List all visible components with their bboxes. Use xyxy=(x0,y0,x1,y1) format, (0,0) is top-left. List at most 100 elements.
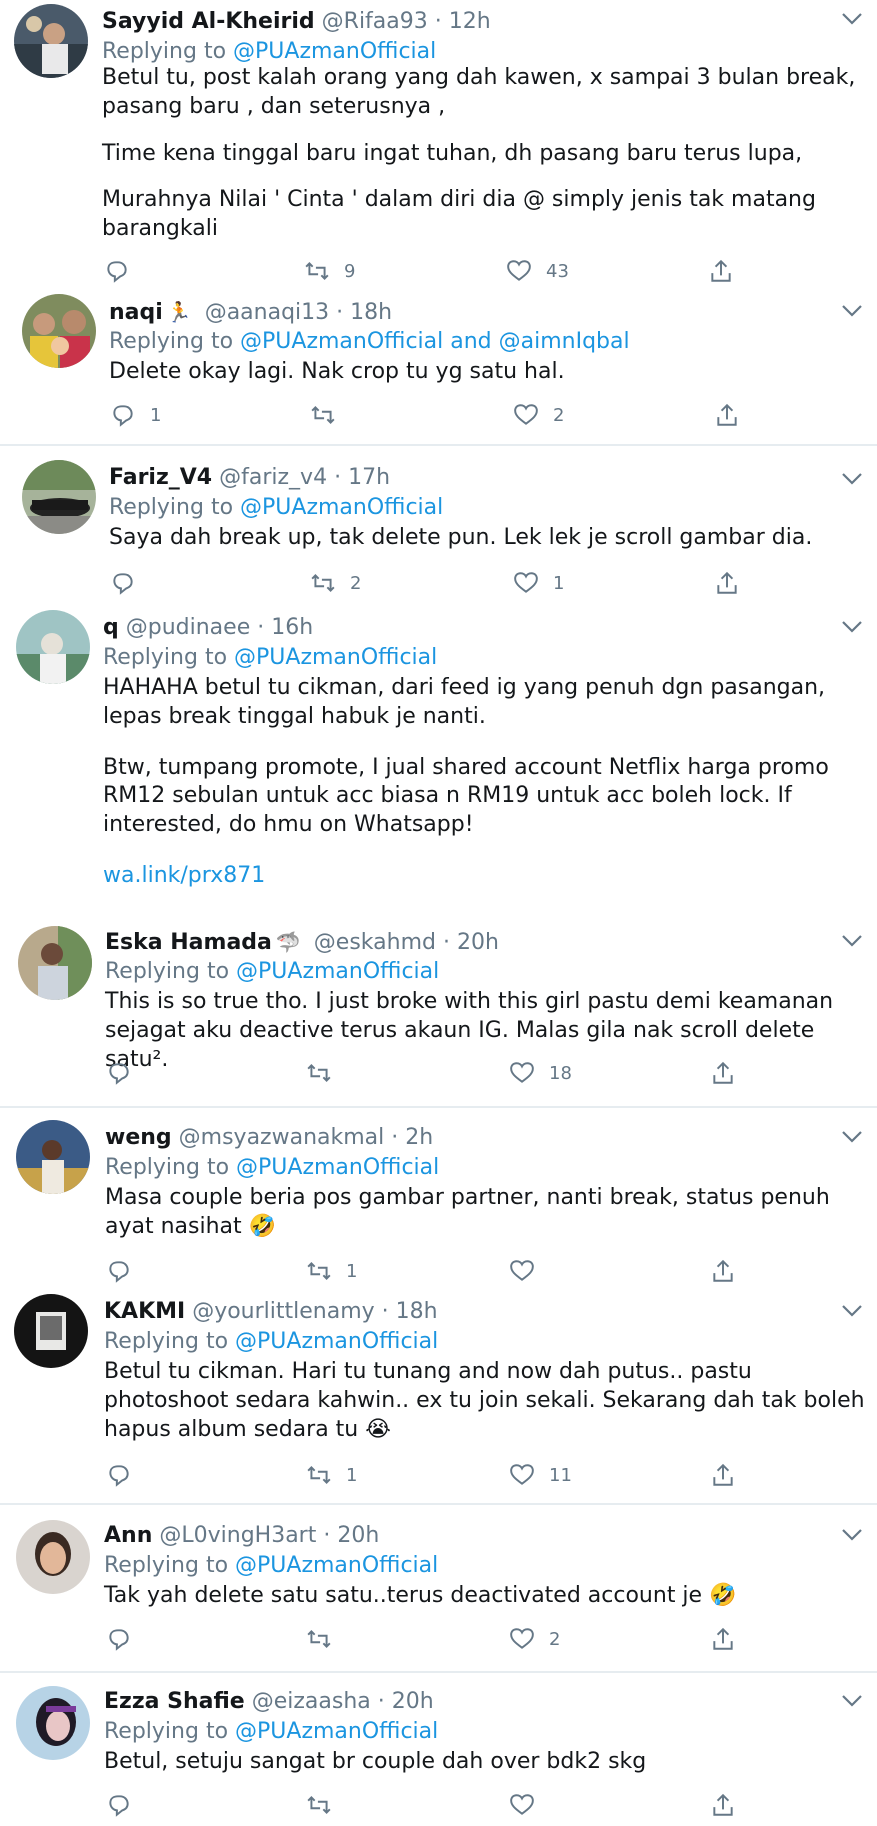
retweet-button[interactable]: 1 xyxy=(306,1258,357,1284)
timestamp[interactable]: 18h xyxy=(350,300,392,325)
reply-button[interactable]: 1 xyxy=(110,402,161,428)
mention-link[interactable]: @PUAzmanOfficial xyxy=(236,959,439,984)
reply-button[interactable] xyxy=(106,1626,146,1652)
author-handle[interactable]: @yourlittlenamy xyxy=(192,1299,374,1324)
chevron-down-icon[interactable] xyxy=(841,1304,863,1318)
timestamp[interactable]: 20h xyxy=(392,1689,434,1714)
tweet-link[interactable]: wa.link/prx871 xyxy=(103,863,265,888)
author-handle[interactable]: @eskahmd xyxy=(314,930,436,955)
like-button[interactable] xyxy=(509,1792,549,1818)
share-button[interactable] xyxy=(708,258,734,284)
tweet[interactable]: KAKMI @yourlittlenamy · 18h Replying to … xyxy=(0,1290,877,1505)
retweet-button[interactable] xyxy=(306,1060,346,1086)
mention-link[interactable]: @PUAzmanOfficial xyxy=(233,39,436,64)
author-handle[interactable]: @aanaqi13 xyxy=(205,300,329,325)
share-button[interactable] xyxy=(714,402,740,428)
avatar[interactable] xyxy=(16,610,90,684)
share-button[interactable] xyxy=(710,1258,736,1284)
share-button[interactable] xyxy=(710,1462,736,1488)
mention-link[interactable]: @PUAzmanOfficial xyxy=(235,1553,438,1578)
chevron-down-icon[interactable] xyxy=(841,304,863,318)
retweet-button[interactable] xyxy=(306,1626,346,1652)
mention-link[interactable]: @PUAzmanOfficial xyxy=(235,1329,438,1354)
mention-link[interactable]: @PUAzmanOfficial xyxy=(234,645,437,670)
author-name[interactable]: Eska Hamada xyxy=(105,930,272,955)
timestamp[interactable]: 18h xyxy=(396,1299,438,1324)
tweet[interactable]: naqi 🏃 @aanaqi13 · 18h Replying to @PUAzm… xyxy=(0,290,877,445)
avatar[interactable] xyxy=(22,294,96,368)
timestamp[interactable]: 20h xyxy=(337,1523,379,1548)
mention-link[interactable]: @PUAzmanOfficial xyxy=(240,329,443,354)
mention-link[interactable]: @PUAzmanOfficial xyxy=(236,1155,439,1180)
author-name[interactable]: Ann xyxy=(104,1523,152,1548)
retweet-button[interactable]: 1 xyxy=(306,1462,357,1488)
tweet[interactable]: Ann @L0vingH3art · 20h Replying to @PUAz… xyxy=(0,1514,877,1664)
author-handle[interactable]: @L0vingH3art xyxy=(159,1523,316,1548)
chevron-down-icon[interactable] xyxy=(841,1130,863,1144)
avatar[interactable] xyxy=(16,1120,90,1194)
tweet[interactable]: Sayyid Al-Kheirid @Rifaa93 · 12h Replyin… xyxy=(0,0,877,283)
author-handle[interactable]: @pudinaee xyxy=(126,615,250,640)
like-button[interactable] xyxy=(509,1258,549,1284)
tweet[interactable]: weng @msyazwanakmal · 2h Replying to @PU… xyxy=(0,1116,877,1286)
reply-button[interactable] xyxy=(106,1792,146,1818)
like-button[interactable]: 1 xyxy=(513,570,564,596)
name-emoji: 🏃 xyxy=(166,300,192,324)
timestamp[interactable]: 2h xyxy=(405,1125,433,1150)
reply-button[interactable] xyxy=(104,258,144,284)
author-name[interactable]: Ezza Shafie xyxy=(104,1689,245,1714)
tweet[interactable]: Ezza Shafie @eizaasha · 20h Replying to … xyxy=(0,1682,877,1826)
retweet-button[interactable]: 9 xyxy=(304,258,355,284)
timestamp[interactable]: 20h xyxy=(457,930,499,955)
author-handle[interactable]: @fariz_v4 xyxy=(219,465,327,490)
like-button[interactable]: 18 xyxy=(509,1060,572,1086)
share-button[interactable] xyxy=(710,1626,736,1652)
reply-button[interactable] xyxy=(106,1462,146,1488)
author-name[interactable]: q xyxy=(103,615,119,640)
author-handle[interactable]: @eizaasha xyxy=(252,1689,371,1714)
chevron-down-icon[interactable] xyxy=(841,620,863,634)
replying-to: Replying to @PUAzmanOfficial xyxy=(103,644,437,672)
chevron-down-icon[interactable] xyxy=(841,1528,863,1542)
like-button[interactable]: 43 xyxy=(506,258,569,284)
retweet-button[interactable] xyxy=(306,1792,346,1818)
reply-button[interactable] xyxy=(106,1060,146,1086)
avatar[interactable] xyxy=(16,1520,90,1594)
avatar[interactable] xyxy=(22,460,96,534)
tweet[interactable]: q @pudinaee · 16h Replying to @PUAzmanOf… xyxy=(0,606,877,916)
chevron-down-icon[interactable] xyxy=(841,1694,863,1708)
avatar[interactable] xyxy=(18,926,92,1000)
share-button[interactable] xyxy=(710,1060,736,1086)
chevron-down-icon[interactable] xyxy=(841,472,863,486)
mention-link[interactable]: @PUAzmanOfficial xyxy=(235,1719,438,1744)
like-button[interactable]: 11 xyxy=(509,1462,572,1488)
like-button[interactable]: 2 xyxy=(513,402,564,428)
reply-button[interactable] xyxy=(110,570,150,596)
avatar[interactable] xyxy=(14,1294,88,1368)
timestamp[interactable]: 16h xyxy=(271,615,313,640)
tweet[interactable]: Fariz_V4 @fariz_v4 · 17h Replying to @PU… xyxy=(0,458,877,598)
mention-link[interactable]: @aimnIqbal xyxy=(499,329,630,354)
mention-link[interactable]: @PUAzmanOfficial xyxy=(240,495,443,520)
chevron-down-icon[interactable] xyxy=(841,934,863,948)
author-handle[interactable]: @msyazwanakmal xyxy=(179,1125,385,1150)
share-button[interactable] xyxy=(714,570,740,596)
author-name[interactable]: naqi xyxy=(109,300,163,325)
avatar[interactable] xyxy=(16,1686,90,1760)
author-handle[interactable]: @Rifaa93 xyxy=(322,9,428,34)
author-name[interactable]: Sayyid Al-Kheirid xyxy=(102,9,315,34)
tweet[interactable]: Eska Hamada 🦈 @eskahmd · 20h Replying to … xyxy=(0,920,877,1100)
author-name[interactable]: weng xyxy=(105,1125,172,1150)
share-button[interactable] xyxy=(710,1792,736,1818)
retweet-button[interactable] xyxy=(310,402,350,428)
like-button[interactable]: 2 xyxy=(509,1626,560,1652)
timestamp[interactable]: 17h xyxy=(348,465,390,490)
retweet-button[interactable]: 2 xyxy=(310,570,361,596)
avatar[interactable] xyxy=(14,4,88,78)
author-name[interactable]: KAKMI xyxy=(104,1299,185,1324)
timestamp[interactable]: 12h xyxy=(449,9,491,34)
chevron-down-icon[interactable] xyxy=(841,12,863,26)
reply-button[interactable] xyxy=(106,1258,146,1284)
author-name[interactable]: Fariz_V4 xyxy=(109,465,212,490)
like-icon xyxy=(507,260,531,281)
